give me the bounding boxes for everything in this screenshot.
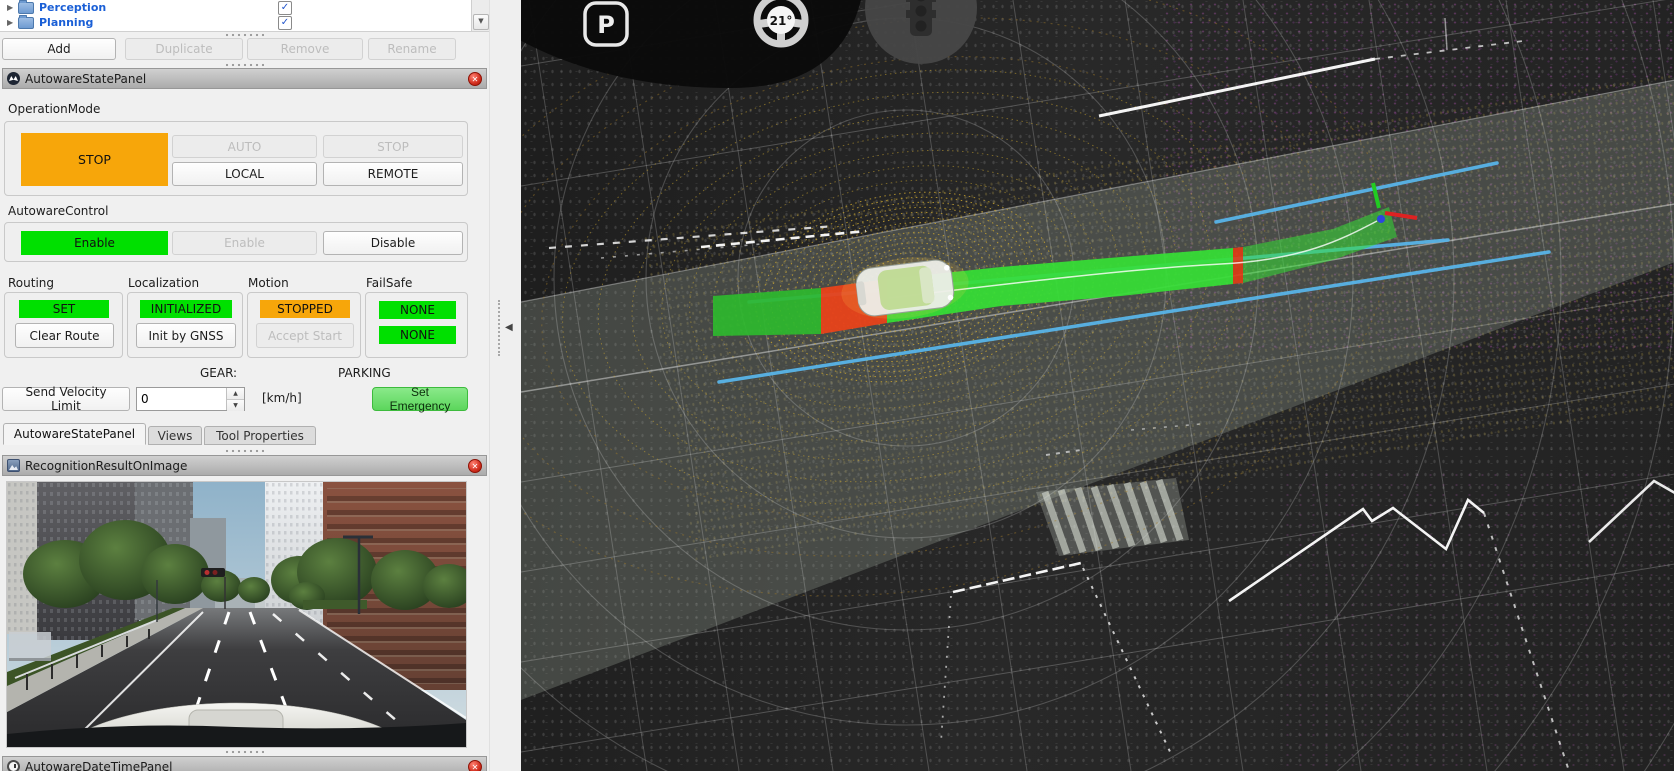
localization-group: INITIALIZED Init by GNSS (127, 292, 243, 358)
add-button[interactable]: Add (2, 38, 116, 60)
auto-button[interactable]: AUTO (172, 135, 317, 158)
displays-tree[interactable]: ▶ Perception ✓ ▶ Planning ✓ ▼ (0, 0, 489, 32)
steering-angle-value: 21° (770, 14, 793, 28)
panel-title: RecognitionResultOnImage (25, 459, 187, 473)
splitter-handle[interactable] (226, 63, 264, 67)
init-by-gnss-button[interactable]: Init by GNSS (136, 323, 236, 348)
operation-mode-label: OperationMode (8, 102, 489, 116)
set-emergency-button[interactable]: Set Emergency (372, 387, 468, 411)
duplicate-button[interactable]: Duplicate (125, 38, 243, 60)
tab-autoware-state-panel[interactable]: AutowareStatePanel (3, 423, 146, 445)
tree-item-label[interactable]: Perception (39, 1, 106, 14)
tree-row-perception[interactable]: ▶ Perception ✓ (0, 0, 489, 15)
control-state: Enable (21, 231, 168, 255)
localization-label: Localization (128, 276, 199, 290)
scroll-down-button[interactable]: ▼ (473, 14, 489, 30)
svg-text:P: P (597, 11, 615, 39)
panel-header[interactable]: RecognitionResultOnImage ✕ (2, 455, 487, 476)
autoware-state-panel: AutowareStatePanel ✕ OperationMode STOP … (0, 68, 489, 412)
routing-label: Routing (8, 276, 54, 290)
folder-icon (18, 17, 34, 29)
autoware-control-label: AutowareControl (8, 204, 489, 218)
spin-up-button[interactable]: ▲ (227, 388, 244, 400)
tree-item-label[interactable]: Planning (39, 16, 93, 29)
image-icon (7, 459, 20, 472)
close-panel-button[interactable]: ✕ (468, 72, 482, 86)
failsafe-label: FailSafe (366, 276, 412, 290)
display-actions: Add Duplicate Remove Rename (0, 38, 489, 60)
section-labels: Routing Localization Motion FailSafe (0, 276, 489, 290)
routing-group: SET Clear Route (4, 292, 123, 358)
rename-button[interactable]: Rename (368, 38, 456, 60)
failsafe-state-1: NONE (379, 301, 456, 319)
velocity-limit-spinbox[interactable]: ▲ ▼ (136, 387, 245, 411)
recognition-panel: RecognitionResultOnImage ✕ (0, 455, 489, 747)
disable-button[interactable]: Disable (323, 231, 463, 255)
remote-button[interactable]: REMOTE (323, 162, 463, 186)
panel-tab-bar: AutowareStatePanel Views Tool Properties (0, 423, 489, 445)
autoware-logo-icon (7, 72, 20, 85)
splitter-grip[interactable] (498, 300, 500, 356)
perception-checkbox[interactable]: ✓ (278, 1, 292, 15)
close-panel-button[interactable]: ✕ (468, 760, 482, 771)
velocity-limit-row: Send Velocity Limit ▲ ▼ [km/h] Set Emerg… (0, 386, 489, 412)
datetime-panel: AutowareDateTimePanel ✕ (0, 756, 489, 771)
close-panel-button[interactable]: ✕ (468, 459, 482, 473)
motion-state: STOPPED (260, 300, 350, 318)
velocity-unit-label: [km/h] (262, 391, 302, 405)
rviz-3d-view[interactable]: P 21° (521, 0, 1674, 771)
gear-value: PARKING (338, 366, 391, 380)
splitter-handle[interactable] (226, 33, 264, 37)
send-velocity-limit-button[interactable]: Send Velocity Limit (2, 387, 130, 411)
localization-state: INITIALIZED (140, 300, 232, 318)
expand-arrow-icon[interactable]: ▶ (7, 19, 15, 27)
tree-row-planning[interactable]: ▶ Planning ✓ (0, 15, 489, 30)
traffic-light-indicator-icon (865, 0, 977, 64)
scene-layers: P 21° (521, 0, 1674, 771)
accept-start-button[interactable]: Accept Start (256, 323, 354, 348)
local-button[interactable]: LOCAL (172, 162, 317, 186)
enable-button[interactable]: Enable (172, 231, 317, 255)
clock-icon (7, 760, 20, 771)
gear-row: GEAR: PARKING (0, 366, 489, 380)
panel-title: AutowareStatePanel (25, 72, 146, 86)
failsafe-group: NONE NONE (365, 292, 468, 358)
panel-title: AutowareDateTimePanel (25, 760, 173, 771)
velocity-limit-input[interactable] (137, 388, 226, 410)
clear-route-button[interactable]: Clear Route (15, 323, 114, 348)
stop-button[interactable]: STOP (323, 135, 463, 158)
routing-state: SET (19, 300, 109, 318)
camera-scene (7, 482, 466, 747)
tree-scrollbar[interactable]: ▼ (471, 0, 489, 31)
camera-image (7, 482, 466, 747)
panel-splitter[interactable]: ◀ (489, 0, 521, 771)
gear-label: GEAR: (200, 366, 237, 380)
steering-wheel-icon: 21° (757, 0, 805, 44)
left-panel-column: ▶ Perception ✓ ▶ Planning ✓ ▼ Add Duplic… (0, 0, 489, 771)
tab-views[interactable]: Views (148, 426, 202, 445)
expand-arrow-icon[interactable]: ▶ (7, 4, 15, 12)
autoware-control-group: Enable Enable Disable (4, 222, 468, 262)
splitter-handle[interactable] (226, 750, 264, 754)
failsafe-state-2: NONE (379, 326, 456, 344)
motion-label: Motion (248, 276, 289, 290)
remove-button[interactable]: Remove (247, 38, 363, 60)
panel-header[interactable]: AutowareStatePanel ✕ (2, 68, 487, 89)
operation-mode-current: STOP (21, 133, 168, 186)
folder-icon (18, 2, 34, 14)
status-groups: SET Clear Route INITIALIZED Init by GNSS… (0, 292, 489, 358)
hud-overlay: P 21° (521, 0, 977, 88)
road-surface (521, 80, 1674, 700)
rviz-window: ▶ Perception ✓ ▶ Planning ✓ ▼ Add Duplic… (0, 0, 1674, 771)
tab-tool-properties[interactable]: Tool Properties (204, 426, 316, 445)
motion-group: STOPPED Accept Start (247, 292, 361, 358)
collapse-panel-arrow[interactable]: ◀ (505, 322, 513, 333)
hud-background (521, 0, 861, 88)
panel-header[interactable]: AutowareDateTimePanel ✕ (2, 756, 487, 771)
splitter-handle[interactable] (226, 449, 264, 453)
planning-checkbox[interactable]: ✓ (278, 16, 292, 30)
operation-mode-group: STOP AUTO STOP LOCAL REMOTE (4, 121, 468, 196)
spin-down-button[interactable]: ▼ (227, 400, 244, 411)
